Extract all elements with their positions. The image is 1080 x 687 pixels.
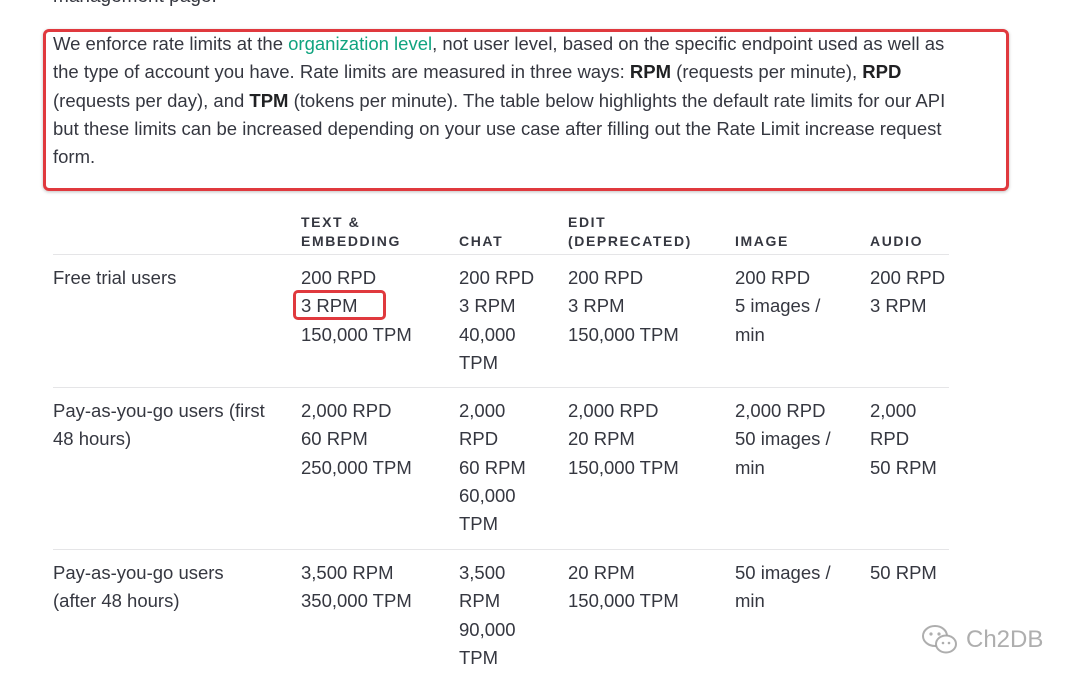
- cell-payg2-audio: 50 RPM: [870, 559, 937, 587]
- cell-payg2-image: 50 images / min: [735, 559, 831, 616]
- rpm-term: RPM: [629, 61, 672, 83]
- cell-line: 350,000 TPM: [301, 590, 412, 612]
- header-audio: AUDIO: [870, 232, 923, 251]
- cell-line: 150,000 TPM: [568, 456, 679, 478]
- intro-text-3: (requests per minute),: [671, 61, 863, 83]
- header-line: EDIT: [568, 214, 607, 230]
- cell-line: TPM: [459, 513, 499, 535]
- organization-level-link[interactable]: organization level: [288, 33, 432, 54]
- row-divider: [53, 549, 949, 550]
- row-label-line: Pay-as-you-go users: [53, 562, 224, 583]
- header-image: IMAGE: [735, 232, 789, 251]
- cell-free-edit: 200 RPD 3 RPM 150,000 TPM: [568, 264, 679, 349]
- cell-line: min: [735, 456, 765, 478]
- cell-line: 200 RPD: [870, 267, 946, 288]
- cell-payg1-chat: 2,000 RPD 60 RPM 60,000 TPM: [459, 397, 526, 538]
- row-label-line: Pay-as-you-go users (first: [53, 400, 265, 421]
- cell-payg2-text-embedding: 3,500 RPM 350,000 TPM: [301, 559, 412, 616]
- intro-text-4: (requests per day), and: [53, 89, 250, 111]
- cell-payg2-edit: 20 RPM 150,000 TPM: [568, 559, 679, 616]
- row-label-payg-first-48: Pay-as-you-go users (first 48 hours): [53, 397, 265, 454]
- cell-line: 200 RPD: [459, 267, 535, 288]
- cell-line: 90,000: [459, 618, 516, 640]
- row-divider: [53, 254, 949, 255]
- header-line: (DEPRECATED): [568, 233, 692, 249]
- cell-line: 5 images /: [735, 295, 821, 317]
- cell-line: RPD: [459, 428, 499, 450]
- cell-line: 3,500: [459, 562, 506, 583]
- cell-line: 3,500 RPM: [301, 562, 394, 583]
- cell-payg1-image: 2,000 RPD 50 images / min: [735, 397, 831, 482]
- cell-line: 200 RPD: [301, 267, 377, 288]
- tpm-term: TPM: [249, 89, 289, 111]
- row-label-line: (after 48 hours): [53, 590, 180, 612]
- cell-free-audio: 200 RPD 3 RPM: [870, 264, 945, 321]
- cell-line: 2,000 RPD: [568, 400, 659, 421]
- header-line: TEXT &: [301, 214, 361, 230]
- header-line: CHAT: [459, 233, 504, 249]
- header-text-embedding: TEXT & EMBEDDING: [301, 213, 401, 251]
- wechat-icon: [920, 623, 960, 657]
- row-label-line: Free trial users: [53, 267, 177, 288]
- cell-line: 60,000: [459, 484, 516, 506]
- cell-line: min: [735, 590, 765, 612]
- cell-line: 50 images /: [735, 428, 831, 450]
- cell-line: RPM: [459, 590, 501, 612]
- cell-line: 60 RPM: [301, 428, 368, 450]
- header-line: EMBEDDING: [301, 233, 401, 249]
- header-line: IMAGE: [735, 233, 789, 249]
- rpd-term: RPD: [862, 61, 902, 83]
- row-label-line: 48 hours): [53, 428, 132, 450]
- cut-off-text: management page.: [53, 0, 217, 8]
- cell-line: 250,000 TPM: [301, 456, 412, 478]
- cell-line: 20 RPM: [568, 428, 635, 450]
- cell-line: 3 RPM: [568, 295, 625, 317]
- cell-line: 2,000: [870, 400, 917, 421]
- cell-line: 2,000 RPD: [301, 400, 392, 421]
- rpm-highlight-box: [293, 290, 386, 320]
- intro-paragraph: We enforce rate limits at the organizati…: [53, 30, 973, 171]
- cell-line: 50 RPM: [870, 456, 937, 478]
- row-divider: [53, 387, 949, 388]
- cell-line: 200 RPD: [735, 267, 811, 288]
- cell-line: RPD: [870, 428, 910, 450]
- cell-line: 20 RPM: [568, 562, 635, 583]
- cell-line: 150,000 TPM: [568, 590, 679, 612]
- row-label-free-trial: Free trial users: [53, 264, 176, 292]
- cell-line: 2,000: [459, 400, 506, 421]
- cell-free-chat: 200 RPD 3 RPM 40,000 TPM: [459, 264, 534, 377]
- cell-line: 40,000: [459, 323, 516, 345]
- cell-free-image: 200 RPD 5 images / min: [735, 264, 820, 349]
- cell-line: TPM: [459, 646, 499, 668]
- cell-payg1-audio: 2,000 RPD 50 RPM: [870, 397, 937, 482]
- row-label-payg-after-48: Pay-as-you-go users (after 48 hours): [53, 559, 224, 616]
- cell-payg1-text-embedding: 2,000 RPD 60 RPM 250,000 TPM: [301, 397, 412, 482]
- cell-line: 3 RPM: [870, 295, 927, 317]
- cell-line: min: [735, 323, 765, 345]
- cell-line: 3 RPM: [459, 295, 516, 317]
- header-line: AUDIO: [870, 233, 924, 249]
- watermark: Ch2DB: [920, 620, 1043, 660]
- cell-line: 50 images /: [735, 562, 831, 583]
- cell-payg1-edit: 2,000 RPD 20 RPM 150,000 TPM: [568, 397, 679, 482]
- header-edit: EDIT (DEPRECATED): [568, 213, 692, 251]
- header-chat: CHAT: [459, 232, 503, 251]
- cell-line: 2,000 RPD: [735, 400, 826, 421]
- intro-text-1: We enforce rate limits at the: [53, 33, 289, 54]
- cell-line: 150,000 TPM: [568, 323, 679, 345]
- cell-line: TPM: [459, 351, 499, 373]
- watermark-text: Ch2DB: [966, 626, 1044, 653]
- cell-line: 50 RPM: [870, 562, 937, 583]
- cell-payg2-chat: 3,500 RPM 90,000 TPM: [459, 559, 516, 672]
- cell-line: 60 RPM: [459, 456, 526, 478]
- cell-line: 200 RPD: [568, 267, 644, 288]
- cell-line: 150,000 TPM: [301, 323, 412, 345]
